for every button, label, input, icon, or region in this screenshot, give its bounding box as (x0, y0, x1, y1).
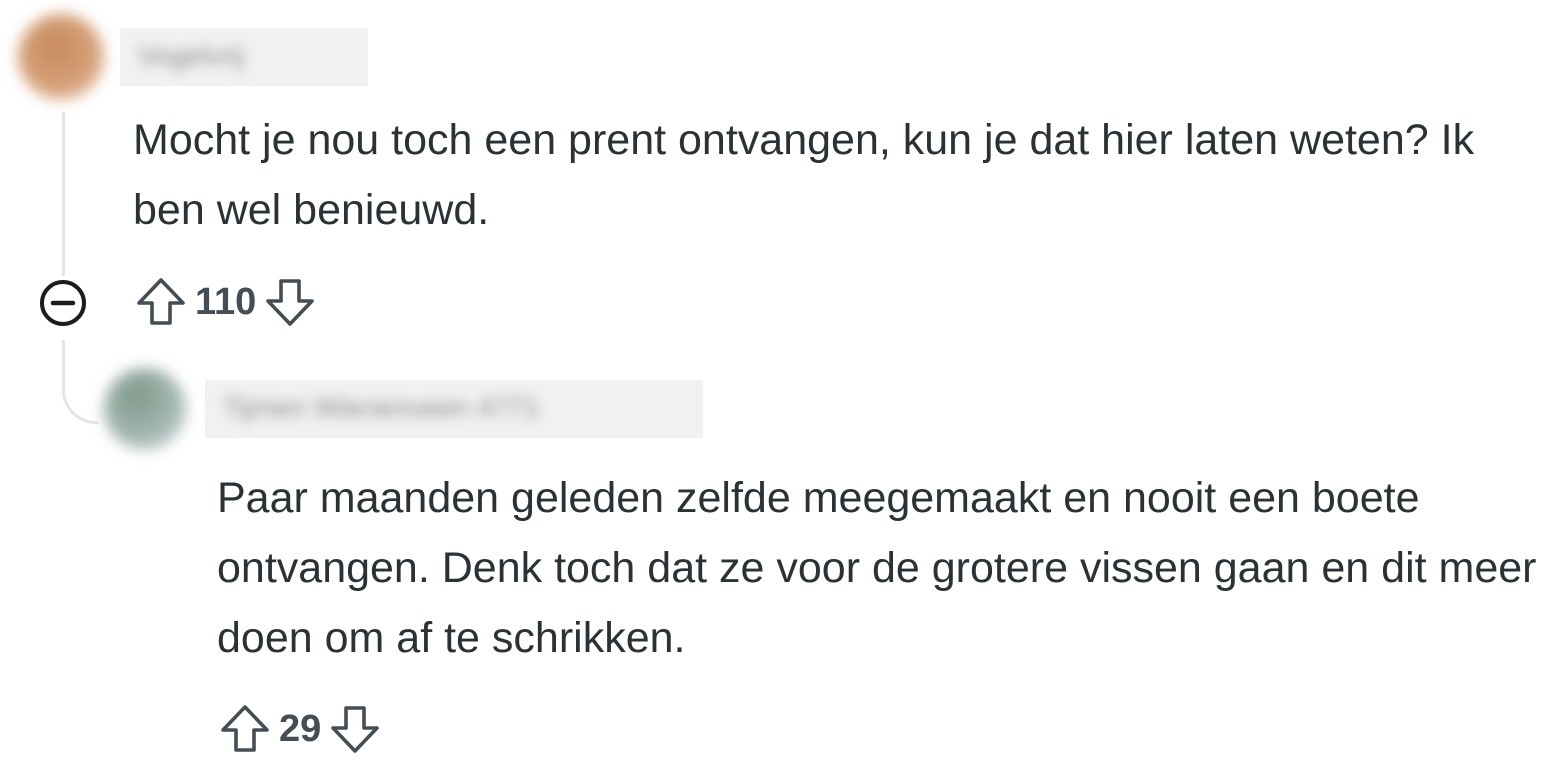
upvote-button[interactable] (217, 701, 273, 757)
upvote-button[interactable] (133, 274, 189, 330)
downvote-button[interactable] (327, 701, 383, 757)
upvote-arrow-icon (137, 278, 185, 325)
avatar[interactable] (104, 368, 186, 450)
thread-line-reply-connector (62, 340, 98, 424)
collapse-minus-icon (40, 280, 86, 326)
vote-score: 29 (279, 707, 322, 750)
comment-body: Mocht je nou toch een prent ontvangen, k… (133, 116, 1475, 234)
downvote-arrow-icon (331, 706, 380, 753)
vote-bar: 29 (217, 699, 383, 759)
avatar[interactable] (18, 14, 104, 100)
downvote-arrow-icon (266, 279, 315, 326)
downvote-button[interactable] (262, 274, 318, 330)
vote-score: 110 (195, 280, 257, 323)
collapse-thread-button[interactable] (36, 276, 90, 330)
vote-bar: 110 (133, 272, 318, 332)
thread-line (62, 112, 65, 280)
comment-author-name: Tijmen Wienenveen 4771 (223, 392, 540, 423)
comment-author[interactable]: Tijmen Wienenveen 4771 (205, 380, 703, 438)
comment-body: Paar maanden geleden zelfde meegemaakt e… (217, 474, 1537, 662)
comment-author[interactable]: Vogelvrij (120, 28, 368, 86)
comment-author-name: Vogelvrij (138, 40, 244, 71)
upvote-arrow-icon (221, 705, 269, 752)
